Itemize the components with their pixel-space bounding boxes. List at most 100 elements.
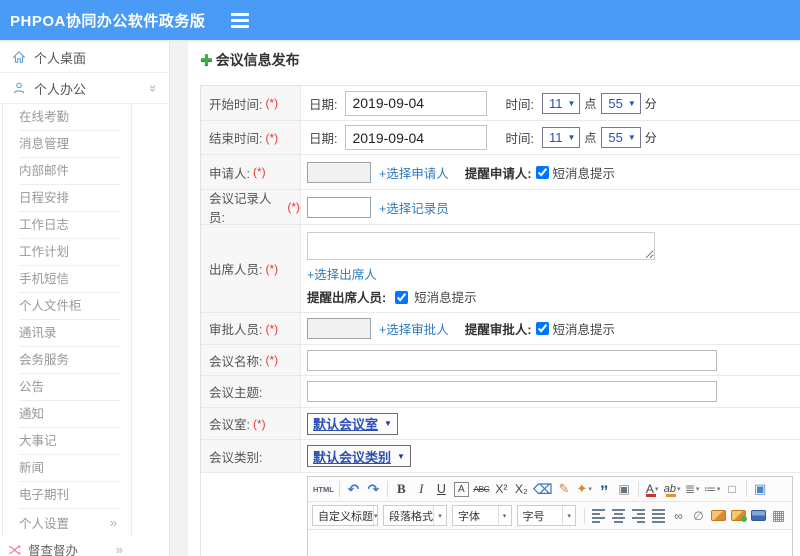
paste-button[interactable]: ▣ [615,480,634,498]
unordered-list-button[interactable]: ≔ ▾ [703,480,722,498]
sidebar-item[interactable]: 大事记 [3,428,131,455]
recorder-input[interactable] [307,196,371,218]
style-paint-button[interactable]: ✦ ▾ [575,480,594,498]
sidebar-item-settings[interactable]: 个人设置 » [2,509,132,536]
dropdown-arrow-icon: ▼ [567,98,576,108]
sidebar-item[interactable]: 工作计划 [3,239,131,266]
strikethrough-button[interactable]: ABC [472,480,491,498]
align-right-icon [632,508,646,523]
form-row-meeting-room: 会议室: (*) 默认会议室 ▼ [201,408,800,440]
form-row-start-time: 开始时间: (*) 日期: 时间: 11 ▼ 点 55 ▼ [201,86,800,121]
fullscreen-button[interactable]: ▣ [751,480,770,498]
start-date-input[interactable] [345,90,488,116]
align-right-button[interactable] [629,507,648,525]
undo-button[interactable]: ↶ [344,480,363,498]
sidebar-item[interactable]: 消息管理 [3,131,131,158]
sms-remind-label: 短消息提示 [414,291,477,305]
choose-recorder-link[interactable]: +选择记录员 [379,198,449,217]
font-size-select[interactable]: 字号 ▾ [516,505,577,526]
sms-remind-label: 短消息提示 [552,166,615,181]
unlink-button[interactable]: ∅ [689,507,708,525]
sidebar-item[interactable]: 在线考勤 [3,104,131,131]
required-mark: (*) [265,353,279,367]
insert-image-button[interactable] [709,507,728,525]
dropdown-arrow-icon: ▾ [433,506,446,525]
menu-toggle-icon[interactable] [231,12,250,28]
sidebar-item[interactable]: 会务服务 [3,347,131,374]
redo-button[interactable]: ↷ [364,480,383,498]
editor-content-area[interactable] [308,530,792,556]
end-minute-select[interactable]: 55 ▼ [601,127,641,148]
form-row-meeting-topic: 会议主题: [201,376,800,408]
form-row-content-editor: HTML ↶ ↷ B I U A ABC X² X₂ ⌫ ✎ ✦ ▾” ▣ A ▾ ab ▾ ≣ ▾ ≔ ▾ □ ▣ 自定义标题… [201,473,800,556]
sidebar-item[interactable]: 个人文件柜 [3,293,131,320]
underline-button[interactable]: U [432,480,451,498]
approver-input[interactable] [307,318,371,339]
sidebar-item[interactable]: 新闻 [3,455,131,482]
highlight-color-button[interactable]: ab ▾ [663,480,682,498]
sidebar-item[interactable]: 公告 [3,374,131,401]
choose-applicant-link[interactable]: +选择申请人 [379,163,449,182]
sidebar-item[interactable]: 通知 [3,401,131,428]
subscript-button[interactable]: X₂ [512,480,531,498]
meeting-room-select[interactable]: 默认会议室 ▼ [307,412,398,435]
heading-select[interactable]: 自定义标题 ▾ [312,505,378,526]
sidebar-item-desktop[interactable]: 个人桌面 [0,42,169,73]
sidebar-item[interactable]: 工作日志 [3,212,131,239]
chevron-right-icon: » [115,542,123,556]
choose-attendees-link[interactable]: +选择出席人 [307,264,377,283]
form-row-applicant: 申请人: (*) +选择申请人 提醒申请人: 短消息提示 [201,155,800,190]
paragraph-select-value: 段落格式 [389,510,433,523]
sidebar-item-office[interactable]: 个人办公 » [0,73,169,104]
sidebar-item[interactable]: 电子期刊 [3,482,131,509]
applicant-input[interactable] [307,161,371,183]
time-label: 时间: [505,132,534,146]
dropdown-arrow-icon: ▾ [695,486,700,493]
sidebar-item[interactable]: 日程安排 [3,185,131,212]
font-color-button[interactable]: A ▾ [643,480,662,498]
blockquote-button[interactable]: ” [595,480,614,500]
superscript-button[interactable]: X² [492,480,511,498]
meeting-topic-input[interactable] [307,381,717,402]
paragraph-select[interactable]: 段落格式 ▾ [383,505,447,526]
meeting-room-label: 会议室: (*) [201,408,301,439]
html-source-button[interactable]: HTML [312,480,335,498]
approver-sms-checkbox[interactable] [536,322,550,335]
start-minute-select[interactable]: 55 ▼ [601,92,641,114]
align-center-button[interactable] [609,507,628,525]
link-button[interactable]: ∞ [669,507,688,525]
italic-button[interactable]: I [412,480,431,498]
attendees-textarea[interactable] [307,232,655,260]
font-family-select[interactable]: 字体 ▾ [452,505,512,526]
page-title: ✚ 会议信息发布 [200,50,800,70]
ordered-list-button[interactable]: ≣ ▾ [683,480,702,498]
font-style-button[interactable]: A [453,481,469,497]
applicant-label: 申请人: (*) [201,155,301,189]
sidebar-item[interactable]: 通讯录 [3,320,131,347]
sidebar-item[interactable]: 手机短信 [3,266,131,293]
screen-capture-button[interactable] [729,507,748,525]
align-justify-button[interactable] [649,507,668,525]
sidebar-item-supervise[interactable]: 督查督办 » [0,536,169,556]
attendees-sms-checkbox[interactable] [394,291,408,304]
new-page-button[interactable]: □ [723,480,742,498]
end-date-input[interactable] [345,125,488,150]
start-hour-select[interactable]: 11 ▼ [541,92,581,114]
font-family-select-value: 字体 [458,510,480,523]
insert-media-button[interactable] [749,507,768,525]
sidebar-item[interactable]: 内部邮件 [3,158,131,185]
required-mark: (*) [265,321,279,336]
format-brush-button[interactable]: ✎ [555,480,574,498]
applicant-sms-checkbox[interactable] [536,165,550,179]
end-hour-select[interactable]: 11 ▼ [541,127,581,148]
required-mark: (*) [265,261,279,276]
bold-button[interactable]: B [392,480,411,498]
insert-table-button[interactable]: ▦ [769,507,788,525]
meeting-name-input[interactable] [307,349,717,371]
remove-format-button[interactable]: ⌫ [532,480,554,498]
recorder-label: 会议记录人员: (*) [201,190,301,225]
choose-approver-link[interactable]: +选择审批人 [379,319,449,338]
align-left-button[interactable] [589,507,608,525]
meeting-category-select[interactable]: 默认会议类别 ▼ [307,445,411,467]
required-mark: (*) [252,165,266,179]
